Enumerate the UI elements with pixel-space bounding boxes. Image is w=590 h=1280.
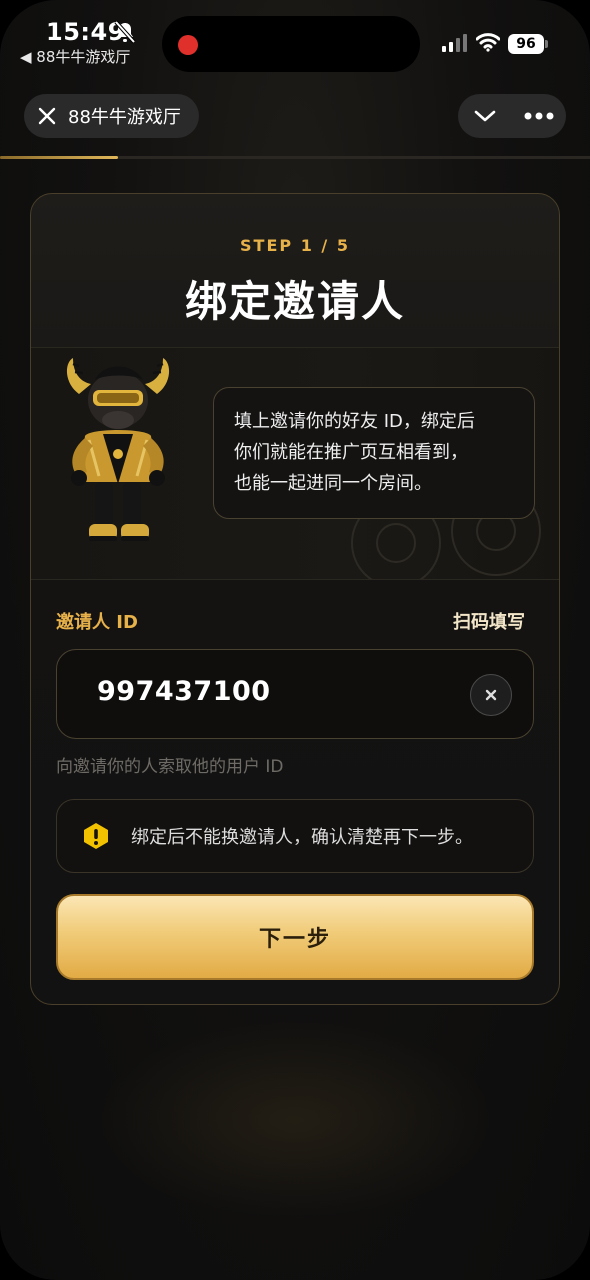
bind-inviter-card: STEP 1 / 5 绑定邀请人 填上邀请你的好友 ID，绑定后 你们就能在推广… <box>30 193 560 1005</box>
nav-title: 88牛牛游戏厅 <box>68 107 181 128</box>
bell-muted-icon <box>114 20 136 44</box>
clear-icon <box>485 689 497 701</box>
warning-icon <box>84 823 108 849</box>
menu-capsule <box>458 94 566 138</box>
page-title: 绑定邀请人 <box>184 277 405 326</box>
info-speech-bubble: 填上邀请你的好友 ID，绑定后 你们就能在推广页互相看到， 也能一起进同一个房间… <box>213 387 535 519</box>
warning-text: 绑定后不能换邀请人，确认清楚再下一步。 <box>131 827 473 848</box>
bubble-line: 填上邀请你的好友 ID，绑定后 <box>234 411 475 432</box>
warning-notice: 绑定后不能换邀请人，确认清楚再下一步。 <box>56 799 534 873</box>
collapse-button[interactable] <box>458 94 512 138</box>
step-progress-fill <box>0 156 118 159</box>
cellular-signal-icon <box>442 34 467 52</box>
chevron-down-icon <box>474 110 496 122</box>
status-bar: 15:49 ◀ 88牛牛游戏厅 96 <box>0 0 590 80</box>
wifi-icon <box>476 33 500 52</box>
close-nav-pill[interactable]: 88牛牛游戏厅 <box>24 94 199 138</box>
scan-to-fill-link[interactable]: 扫码填写 <box>453 608 525 634</box>
clear-input-button[interactable] <box>470 674 512 716</box>
background-glow <box>95 1020 495 1220</box>
step-progress-bar <box>0 156 590 159</box>
step-indicator: STEP 1 / 5 <box>240 236 350 255</box>
back-to-app-link[interactable]: ◀ 88牛牛游戏厅 <box>20 46 130 67</box>
inviter-id-value[interactable]: 997437100 <box>97 676 271 707</box>
input-hint: 向邀请你的人索取他的用户 ID <box>56 757 284 777</box>
next-step-button[interactable]: 下一步 <box>56 894 534 980</box>
bubble-line: 你们就能在推广页互相看到， <box>234 442 468 463</box>
inviter-id-input[interactable]: 997437100 <box>56 649 534 739</box>
battery-indicator: 96 <box>508 34 544 54</box>
recording-indicator <box>178 35 198 55</box>
more-options-button[interactable] <box>512 94 566 138</box>
close-icon[interactable] <box>38 107 56 125</box>
bull-mascot-image <box>66 358 170 541</box>
decorative-ring <box>376 523 416 563</box>
more-dots-icon <box>524 112 554 120</box>
bubble-line: 也能一起进同一个房间。 <box>234 473 432 494</box>
battery-tip <box>545 40 548 48</box>
dynamic-island <box>162 16 420 72</box>
inviter-id-label: 邀请人 ID <box>56 612 138 633</box>
phone-screen: 15:49 ◀ 88牛牛游戏厅 96 88牛牛游戏厅 STEP 1 / 5 绑定… <box>0 0 590 1280</box>
hero-section: 填上邀请你的好友 ID，绑定后 你们就能在推广页互相看到， 也能一起进同一个房间… <box>31 347 559 580</box>
